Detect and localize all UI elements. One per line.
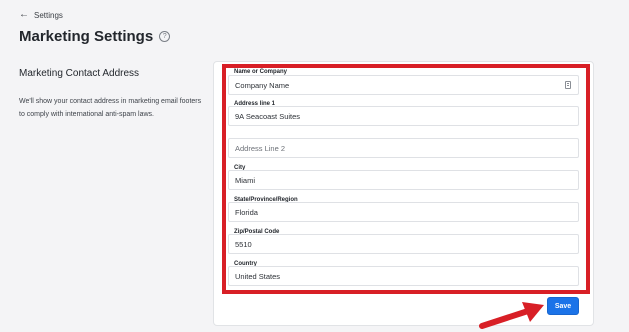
country-field[interactable]: United States [228,266,579,286]
arrow-left-icon: ← [19,9,29,20]
company-field[interactable]: Company Name [228,75,579,95]
save-button[interactable]: Save [547,297,579,315]
page-header: Marketing Settings ? [19,28,171,45]
section-description: We'll show your contact address in marke… [19,98,202,118]
help-circle-icon[interactable]: ? [159,31,171,42]
company-value: Company Name [235,80,290,90]
back-link-label: Settings [34,10,63,20]
back-to-settings-link[interactable]: ← Settings [19,10,63,20]
pointer-arrow-icon [479,302,544,329]
address1-value: 9A Seacoast Suites [235,111,301,121]
contact-card-icon[interactable] [565,81,571,89]
state-value: Florida [235,207,258,217]
city-value: Miami [235,175,255,185]
page-title: Marketing Settings [19,28,154,45]
address2-placeholder: Address Line 2 [235,143,286,153]
section-title: Marketing Contact Address [19,68,140,79]
country-value: United States [235,271,281,281]
state-field[interactable]: Florida [228,202,579,222]
address1-field[interactable]: 9A Seacoast Suites [228,106,579,126]
address2-field[interactable]: Address Line 2 [228,138,579,158]
zip-field[interactable]: 5510 [228,234,579,254]
zip-value: 5510 [235,239,252,249]
city-field[interactable]: Miami [228,170,579,190]
